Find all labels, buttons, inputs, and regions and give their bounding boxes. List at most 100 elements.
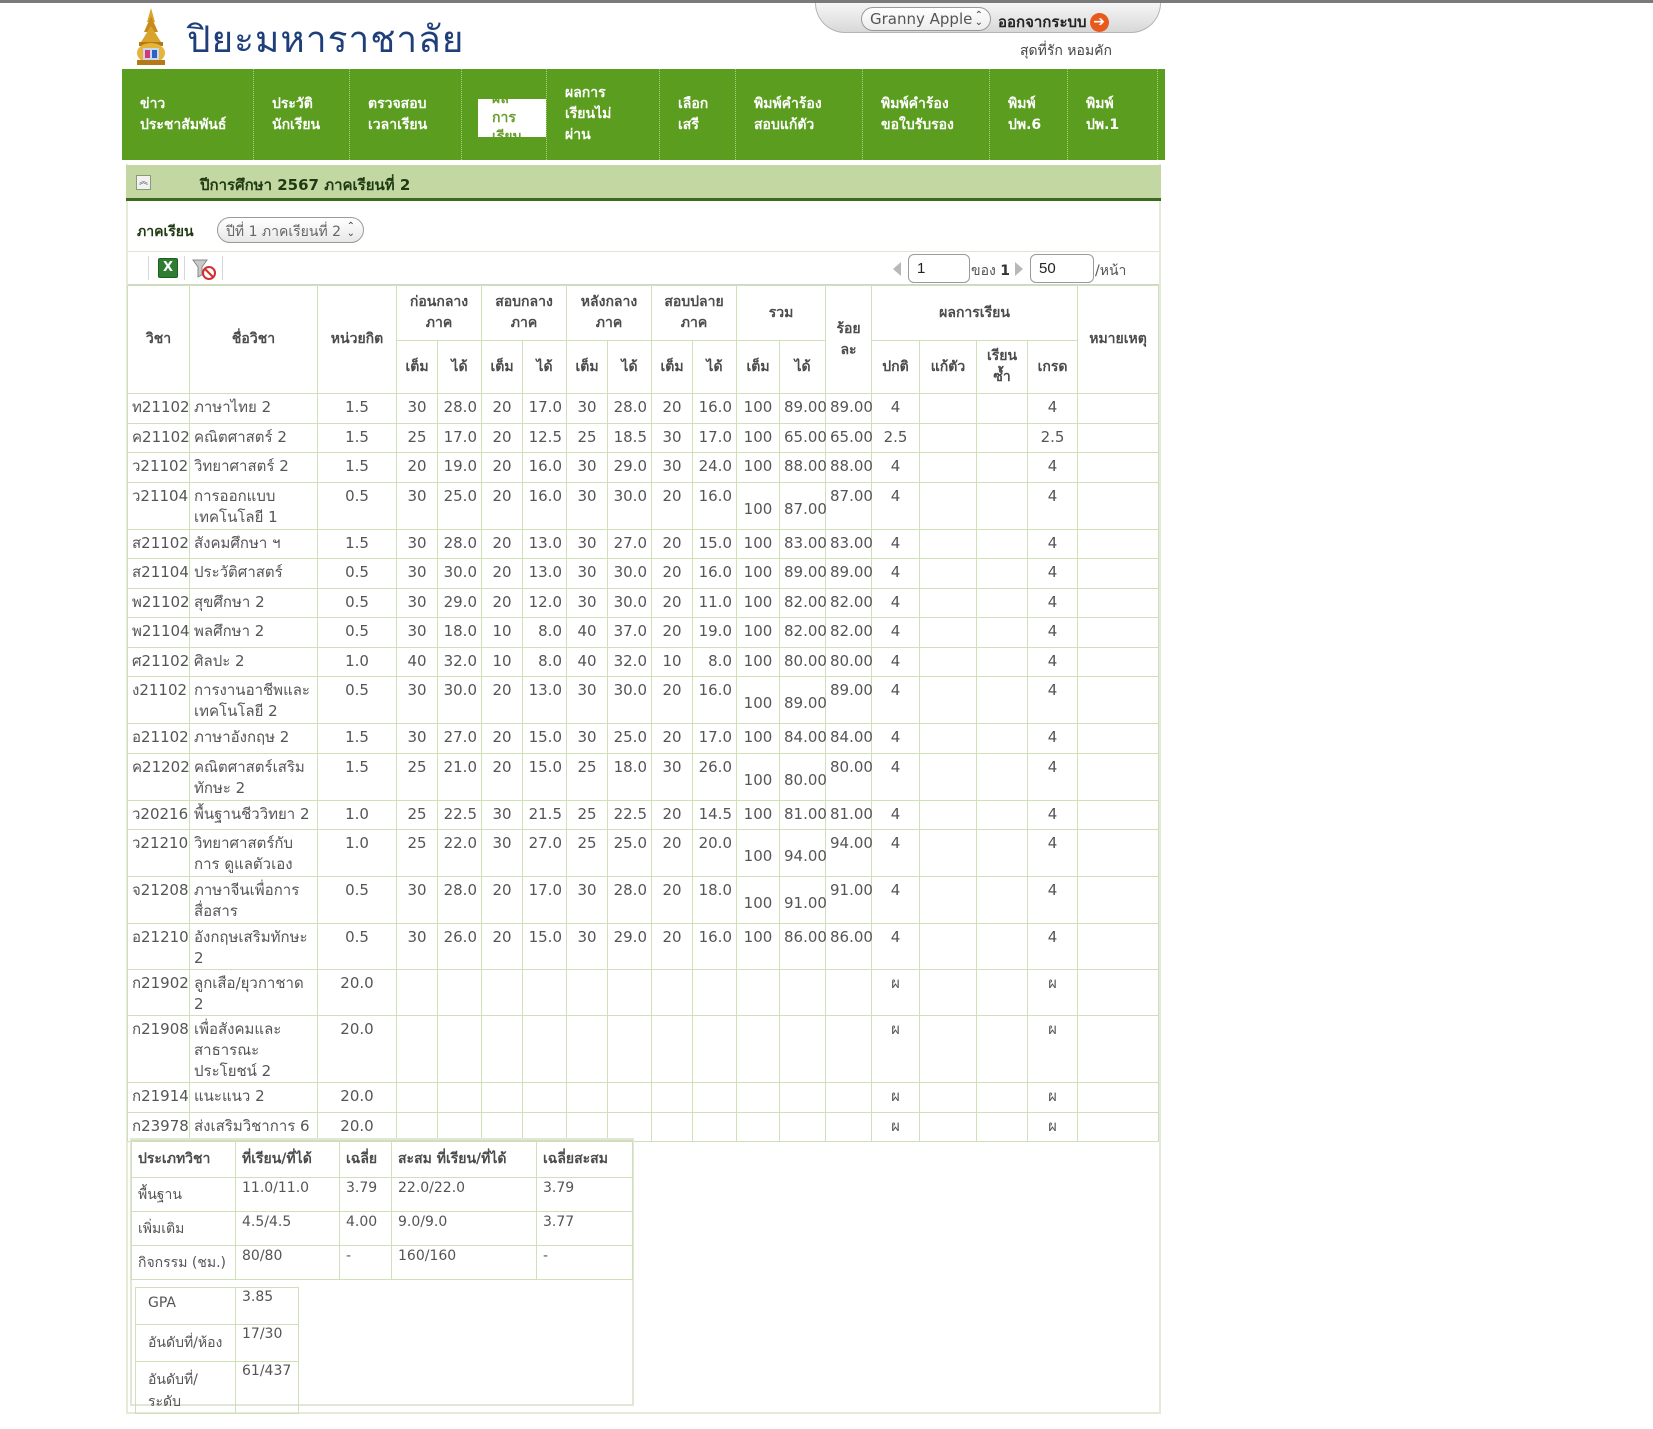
cell-total-full: 100: [736, 646, 780, 677]
cell-pre-mid-full: 25: [396, 422, 438, 453]
user-select[interactable]: Granny Apple ⌃ ⌄: [861, 7, 991, 31]
cell-final-full: 20: [651, 558, 693, 589]
clear-filter-icon[interactable]: [192, 258, 216, 280]
cell-midterm-got: 17.0: [522, 876, 567, 924]
cell-grade: 2.5: [1027, 422, 1079, 453]
cell-total-got: 65.00: [778, 422, 827, 453]
table-row: อ21210 อังกฤษเสริมทักษะ 2 0.5 30 26.0 20 15.0 3…: [127, 923, 1160, 970]
table-row: ท21102 ภาษาไทย 2 1.5 30 28.0 20 17.0 30 28.0 20 16…: [127, 393, 1160, 424]
cell-subject-name: แนะแนว 2: [189, 1082, 318, 1113]
cell-final-full: [651, 1082, 693, 1113]
cell-subject-name: ประวัติศาสตร์: [189, 558, 318, 589]
nav-item-grades[interactable]: ผล การ เรียน: [478, 99, 546, 137]
cell-final-full: 20: [651, 617, 693, 648]
cell-remedial: [919, 558, 978, 589]
cell-post-mid-full: 30: [566, 528, 608, 559]
nav-item-print-pp1[interactable]: พิมพ์ ปพ.1: [1068, 69, 1158, 160]
cell-post-mid-full: 30: [566, 558, 608, 589]
cell-percent: 86.00: [825, 923, 873, 970]
cell-remark: [1077, 676, 1160, 724]
cell-post-mid-full: 30: [566, 723, 608, 754]
cell-repeat: [976, 876, 1029, 924]
cell-midterm-got: 8.0: [522, 617, 567, 648]
cell-subject-code: จ21208: [127, 876, 190, 924]
table-row: ศ21102 ศิลปะ 2 1.0 40 32.0 10 8.0 40 32.0 10 8.0 10…: [127, 646, 1160, 677]
nav-item-elective[interactable]: เลือก เสรี: [660, 69, 736, 160]
cell-total-full: 100: [736, 587, 780, 618]
cell-remark: [1077, 422, 1160, 453]
cell-midterm-full: [481, 1082, 523, 1113]
credit-summary-table: ประเภทวิชา ที่เรียน/ที่ได้ เฉลี่ย สะสม ท…: [131, 1140, 633, 1280]
cell-credits: 1.5: [317, 723, 397, 754]
collapse-icon[interactable]: ︽: [136, 175, 151, 190]
cell-pre-mid-full: 30: [396, 558, 438, 589]
cell-subject-code: ว21104: [127, 481, 190, 530]
cell-total-full: 100: [736, 393, 780, 424]
cell-total-got: 84.00: [778, 723, 827, 754]
cell-post-mid-got: 30.0: [607, 587, 652, 618]
col-grade: เกรด: [1027, 340, 1079, 394]
cell-remedial: [919, 799, 978, 830]
cell-midterm-full: [481, 969, 523, 1016]
table-row: ง21102 การงานอาชีพและ เทคโนโลยี 2 0.5 30 30.…: [127, 676, 1160, 724]
cell-midterm-got: 27.0: [522, 829, 567, 877]
cell-total-got: 89.00: [778, 393, 827, 424]
cell-post-mid-full: 30: [566, 923, 608, 970]
cell-remark: [1077, 481, 1160, 530]
cell-total-got: [778, 1015, 827, 1083]
col-total: รวม: [735, 285, 827, 341]
gpa-label: GPA: [135, 1287, 236, 1325]
nav-item-failed-courses[interactable]: ผลการ เรียนไม่ ผ่าน: [546, 69, 660, 160]
cell-midterm-got: [522, 1015, 567, 1083]
cell-credits: 1.5: [317, 528, 397, 559]
user-name: สุดที่รัก หอมคัก: [1020, 43, 1113, 59]
cell-percent: 80.00: [825, 646, 873, 677]
cell-pre-mid-full: 30: [396, 923, 438, 970]
cell-normal: 4: [871, 923, 921, 970]
cell-subject-code: ค21202: [127, 752, 190, 801]
page-number-input[interactable]: [908, 254, 970, 283]
cell-subject-code: ว20216: [127, 799, 190, 830]
cell-post-mid-got: 27.0: [607, 528, 652, 559]
summary-cell: -: [339, 1245, 392, 1280]
cell-repeat: [976, 558, 1029, 589]
cell-percent: [825, 969, 873, 1016]
term-select[interactable]: ปีที่ 1 ภาคเรียนที่ 2 ⌃ ⌄: [217, 217, 364, 243]
cell-normal: 4: [871, 393, 921, 424]
col-got: ได้: [778, 340, 827, 394]
page-size-input[interactable]: [1030, 254, 1094, 283]
cell-subject-name: พื้นฐานชีววิทยา 2: [189, 799, 318, 830]
cell-midterm-full: 20: [481, 723, 523, 754]
cell-credits: 1.5: [317, 393, 397, 424]
nav-item-student-history[interactable]: ประวัติ นักเรียน: [254, 69, 350, 160]
cell-pre-mid-got: 27.0: [437, 723, 482, 754]
cell-post-mid-got: 22.5: [607, 799, 652, 830]
nav-item-attendance[interactable]: ตรวจสอบ เวลาเรียน: [350, 69, 462, 160]
nav-item-print-retake-request[interactable]: พิมพ์คำร้อง สอบแก้ตัว: [736, 69, 863, 160]
cell-post-mid-got: 30.0: [607, 481, 652, 530]
table-row: จ21208 ภาษาจีนเพื่อการ สื่อสาร 0.5 30 28.0 20…: [127, 876, 1160, 924]
nav-item-news[interactable]: ข่าว ประชาสัมพันธ์: [122, 69, 254, 160]
logout-button[interactable]: ออกจากระบบ ➔: [998, 10, 1109, 34]
prev-page-icon[interactable]: [893, 262, 901, 276]
nav-item-label: เลือก เสรี: [678, 95, 709, 133]
next-page-icon[interactable]: [1015, 262, 1023, 276]
cell-pre-mid-got: 28.0: [437, 876, 482, 924]
cell-final-got: 17.0: [692, 723, 737, 754]
excel-export-icon[interactable]: X: [158, 258, 178, 278]
cell-pre-mid-full: 40: [396, 646, 438, 677]
cell-remark: [1077, 876, 1160, 924]
nav-item-print-certificate-request[interactable]: พิมพ์คำร้อง ขอใบรับรอง: [863, 69, 990, 160]
cell-total-full: 100: [736, 617, 780, 648]
cell-total-full: [736, 1082, 780, 1113]
cell-midterm-got: 8.0: [522, 646, 567, 677]
summary-cell: พื้นฐาน: [131, 1177, 236, 1212]
cell-remark: [1077, 1111, 1160, 1142]
rank-class-row: อันดับที่/ห้อง 17/30: [135, 1324, 299, 1362]
nav-item-print-pp6[interactable]: พิมพ์ ปพ.6: [990, 69, 1068, 160]
cell-subject-code: ง21102: [127, 676, 190, 724]
cell-repeat: [976, 617, 1029, 648]
cell-credits: 0.5: [317, 923, 397, 970]
cell-pre-mid-got: 18.0: [437, 617, 482, 648]
cell-remedial: [919, 1082, 978, 1113]
